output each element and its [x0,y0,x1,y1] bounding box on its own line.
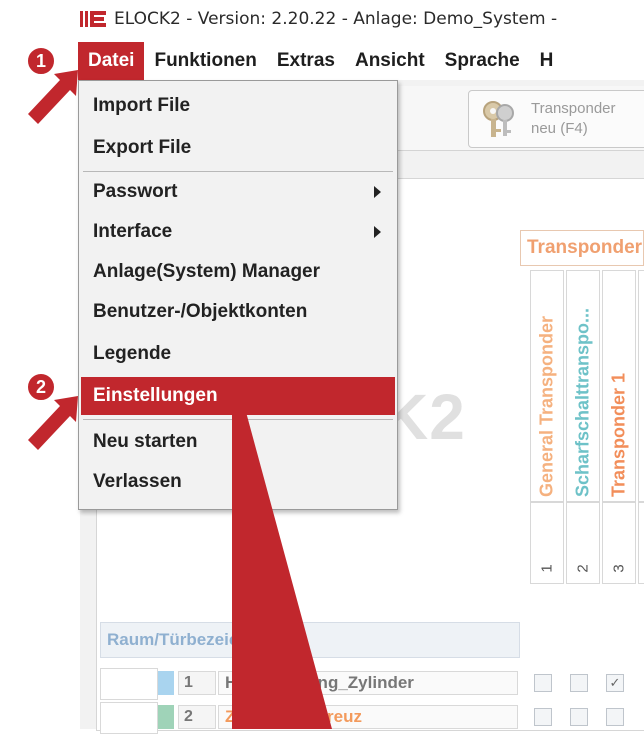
new-transponder-button[interactable]: Transponder neu (F4) [468,90,644,148]
menu-item-label: Passwort [93,181,178,202]
row-number: 2 [178,705,216,729]
new-transponder-label: Transponder neu (F4) [531,100,616,137]
column-header-scharfschalt[interactable]: Scharfschalttranspo... [566,270,600,502]
table-row[interactable]: 2 Zutritt/Drehkreuz [100,702,644,734]
column-label: General Transponder [536,315,557,497]
column-header-transponder-1[interactable]: Transponder 1 [602,270,636,502]
submenu-arrow-icon [374,226,381,238]
row-select-cell [100,702,158,734]
file-menu-dropdown: Import File Export File Passwort Interfa… [78,80,398,510]
table-row[interactable]: 1 Haupteingang_Zylinder ✓ [100,668,644,700]
column-label: Scharfschalttranspo... [572,307,593,497]
menu-item-import-file[interactable]: Import File [81,87,395,125]
row-name: Haupteingang_Zylinder [218,671,518,695]
row-checkbox-checked[interactable]: ✓ [606,674,624,692]
menu-separator [83,171,393,172]
menu-item-legende[interactable]: Legende [81,335,395,373]
step-1-arrow-icon [28,70,78,124]
column-header-partial [638,270,644,502]
column-number: 3 [602,502,636,584]
row-checkbox[interactable] [534,708,552,726]
submenu-arrow-icon [374,186,381,198]
menu-datei[interactable]: Datei [78,42,145,80]
window-title: ELOCK2 - Version: 2.20.22 - Anlage: Demo… [114,9,558,29]
menu-item-passwort[interactable]: Passwort [81,173,395,211]
menu-bar: Datei Funktionen Extras Ansicht Sprache … [78,42,644,80]
menu-help[interactable]: H [530,42,564,80]
room-header: Raum/Türbezeichnung [100,622,520,658]
transponder-group-header: Transponder [520,230,644,266]
column-label: Transponder 1 [608,372,629,497]
row-checkbox[interactable] [570,708,588,726]
step-2-arrow-icon [28,396,78,450]
step-2-badge: 2 [26,372,56,402]
menu-item-restart[interactable]: Neu starten [81,423,395,461]
menu-item-label: Interface [93,221,173,242]
transponder-keys-icon [479,99,519,141]
menu-ansicht[interactable]: Ansicht [345,42,435,80]
row-checkbox[interactable] [606,708,624,726]
menu-funktionen[interactable]: Funktionen [144,42,266,80]
row-color-swatch [158,671,174,695]
menu-item-system-manager[interactable]: Anlage(System) Manager [81,253,395,291]
menu-item-export-file[interactable]: Export File [81,129,395,167]
row-select-cell [100,668,158,700]
title-bar: ELOCK2 - Version: 2.20.22 - Anlage: Demo… [80,8,644,30]
step-1-badge: 1 [26,46,56,76]
menu-item-accounts[interactable]: Benutzer-/Objektkonten [81,293,395,331]
row-checkbox[interactable] [534,674,552,692]
menu-item-interface[interactable]: Interface [81,213,395,251]
menu-extras[interactable]: Extras [267,42,345,80]
menu-item-exit[interactable]: Verlassen [81,463,395,501]
row-color-swatch [158,705,174,729]
row-name: Zutritt/Drehkreuz [218,705,518,729]
column-number: 1 [530,502,564,584]
row-number: 1 [178,671,216,695]
column-number-partial [638,502,644,584]
column-header-general-transponder[interactable]: General Transponder [530,270,564,502]
column-number: 2 [566,502,600,584]
elock-logo-icon [80,10,108,28]
menu-separator [83,419,393,420]
row-checkbox[interactable] [570,674,588,692]
menu-sprache[interactable]: Sprache [435,42,530,80]
menu-item-einstellungen[interactable]: Einstellungen [81,377,395,415]
